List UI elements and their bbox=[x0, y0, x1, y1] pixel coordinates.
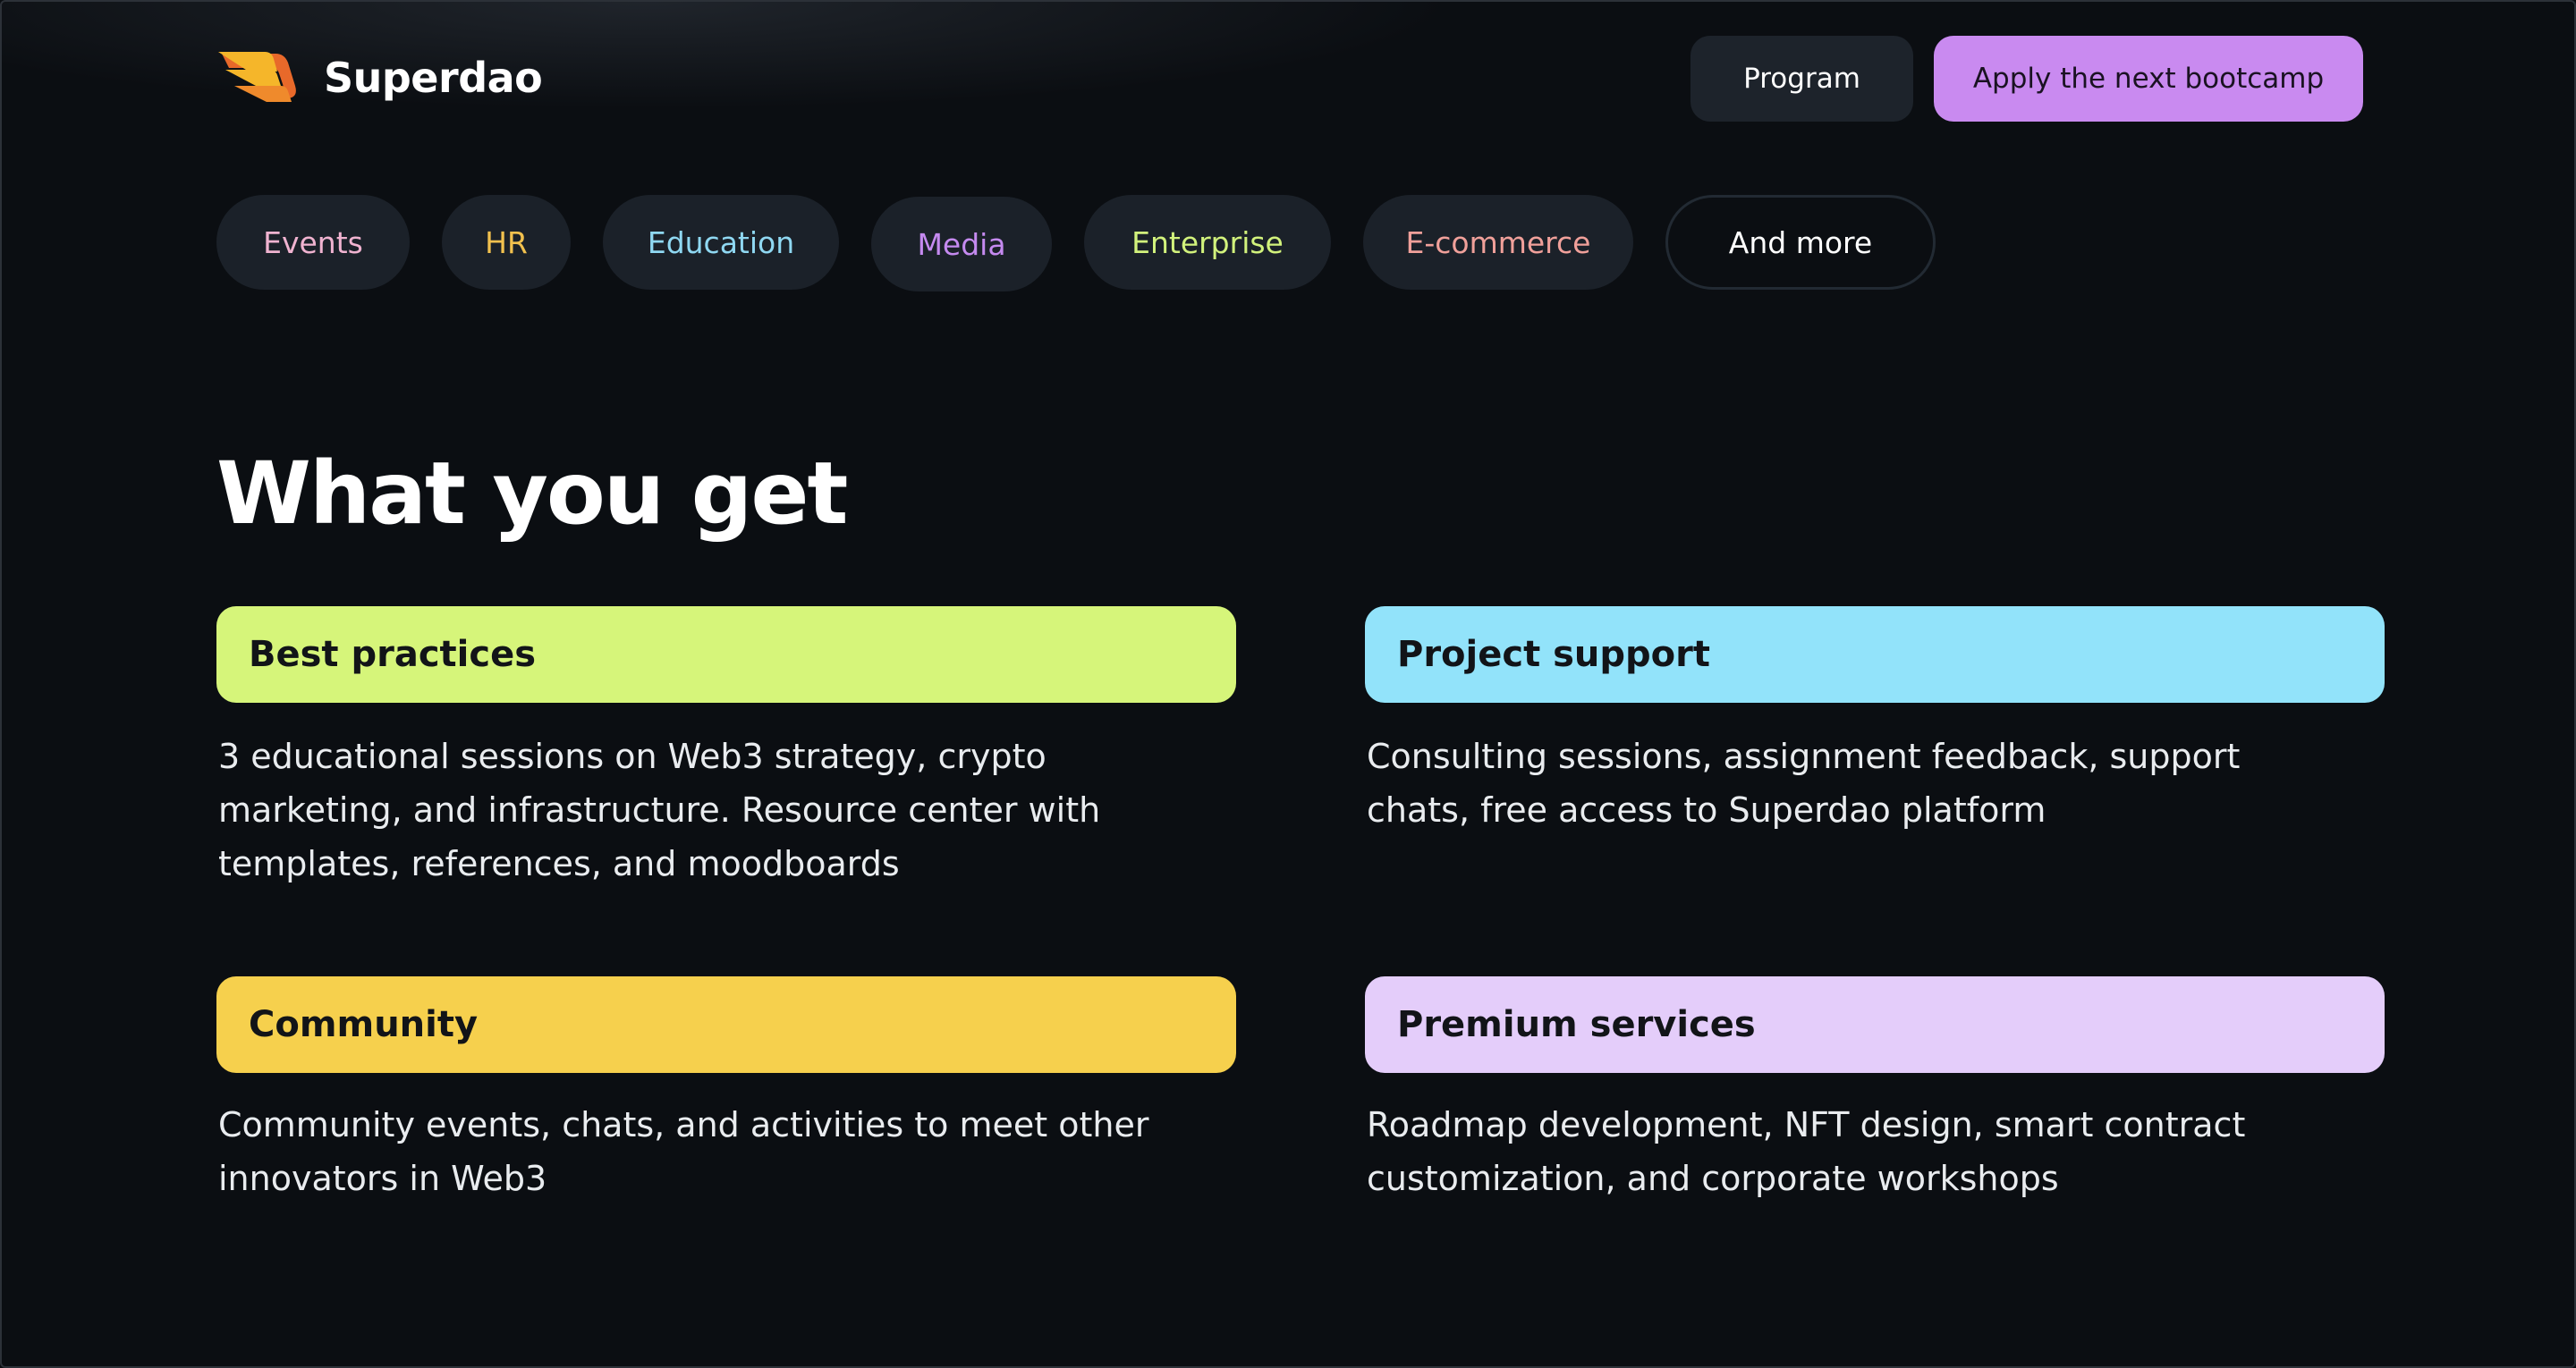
apply-bootcamp-button[interactable]: Apply the next bootcamp bbox=[1934, 36, 2363, 122]
feature-title-community: Community bbox=[216, 976, 1236, 1073]
feature-description-premium-services: Roadmap development, NFT design, smart c… bbox=[1367, 1105, 2246, 1198]
logo[interactable]: Superdao bbox=[216, 46, 543, 109]
tag-education[interactable]: Education bbox=[603, 195, 839, 290]
feature-title-best-practices: Best practices bbox=[216, 606, 1236, 703]
tag-ecommerce[interactable]: E-commerce bbox=[1363, 195, 1633, 290]
page-frame: Superdao Program Apply the next bootcamp… bbox=[0, 0, 2576, 1368]
feature-title-premium-services: Premium services bbox=[1365, 976, 2385, 1073]
logo-text: Superdao bbox=[324, 54, 543, 102]
tag-media[interactable]: Media bbox=[871, 197, 1052, 291]
feature-description-project-support: Consulting sessions, assignment feedback… bbox=[1367, 737, 2241, 830]
program-button[interactable]: Program bbox=[1690, 36, 1913, 122]
tag-events[interactable]: Events bbox=[216, 195, 410, 290]
superdao-logo-icon bbox=[218, 52, 296, 102]
tag-hr[interactable]: HR bbox=[442, 195, 571, 290]
tag-and-more[interactable]: And more bbox=[1665, 195, 1936, 290]
section-title: What you get bbox=[216, 443, 848, 544]
feature-description-community: Community events, chats, and activities … bbox=[218, 1105, 1149, 1198]
feature-title-project-support: Project support bbox=[1365, 606, 2385, 703]
tag-enterprise[interactable]: Enterprise bbox=[1084, 195, 1331, 290]
feature-description-best-practices: 3 educational sessions on Web3 strategy,… bbox=[218, 737, 1101, 883]
